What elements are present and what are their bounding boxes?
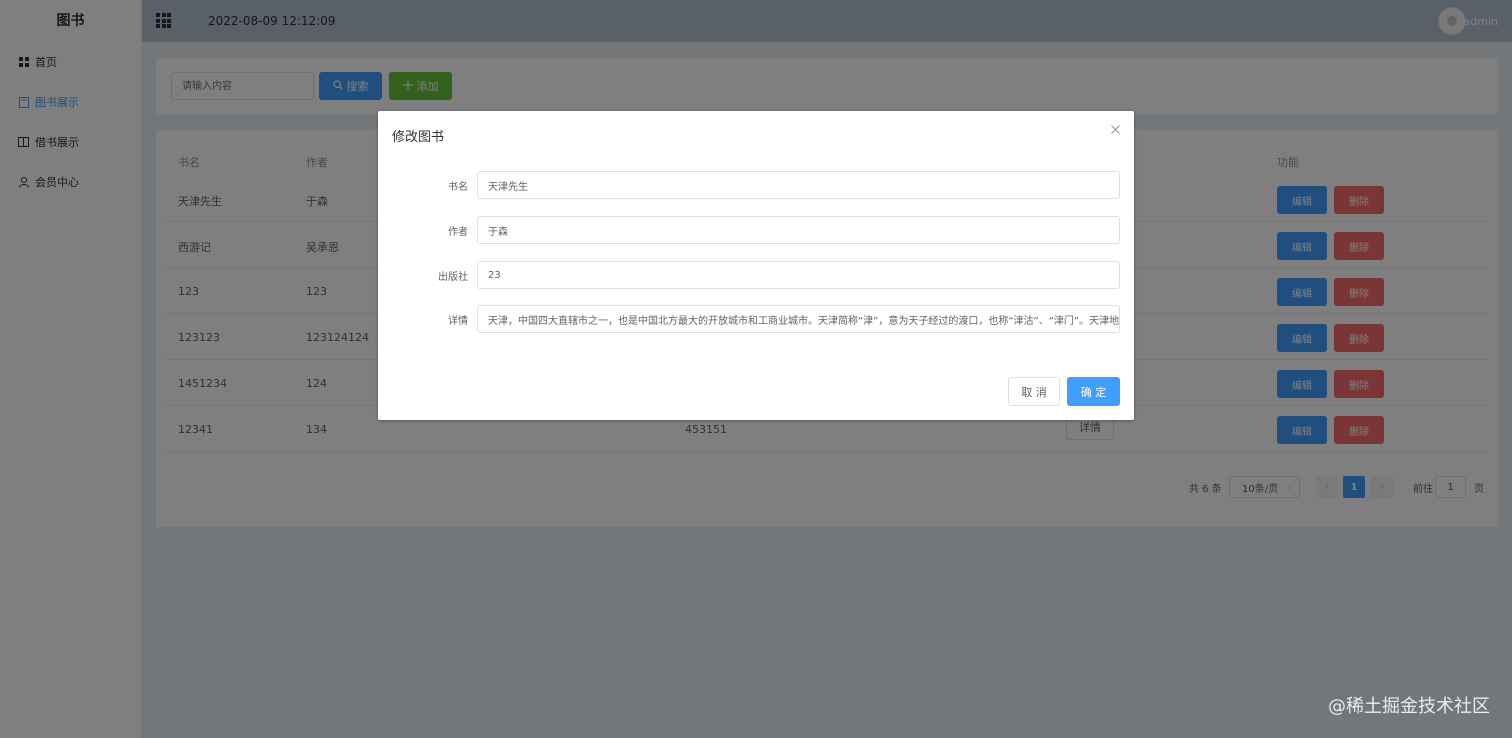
field-label-name: 书名 bbox=[448, 182, 468, 193]
field-label-author: 作者 bbox=[448, 227, 468, 238]
cancel-button[interactable]: 取 消 bbox=[1008, 377, 1060, 406]
dialog-title: 修改图书 bbox=[392, 130, 445, 145]
field-label-detail: 详情 bbox=[448, 316, 468, 327]
field-label-publisher: 出版社 bbox=[438, 272, 468, 283]
confirm-button[interactable]: 确 定 bbox=[1067, 377, 1120, 406]
name-field[interactable]: 天津先生 bbox=[477, 171, 1120, 199]
edit-book-dialog: 修改图书 书名 天津先生 作者 于森 出版社 23 详情 天津，中国四大直辖市之… bbox=[378, 111, 1134, 420]
detail-field[interactable]: 天津，中国四大直辖市之一，也是中国北方最大的开放城市和工商业城市。天津简称“津”… bbox=[477, 305, 1120, 333]
close-icon[interactable] bbox=[1111, 123, 1120, 138]
author-field[interactable]: 于森 bbox=[477, 216, 1120, 244]
publisher-field[interactable]: 23 bbox=[477, 261, 1120, 289]
watermark: @稀土掘金技术社区 bbox=[1328, 696, 1490, 717]
